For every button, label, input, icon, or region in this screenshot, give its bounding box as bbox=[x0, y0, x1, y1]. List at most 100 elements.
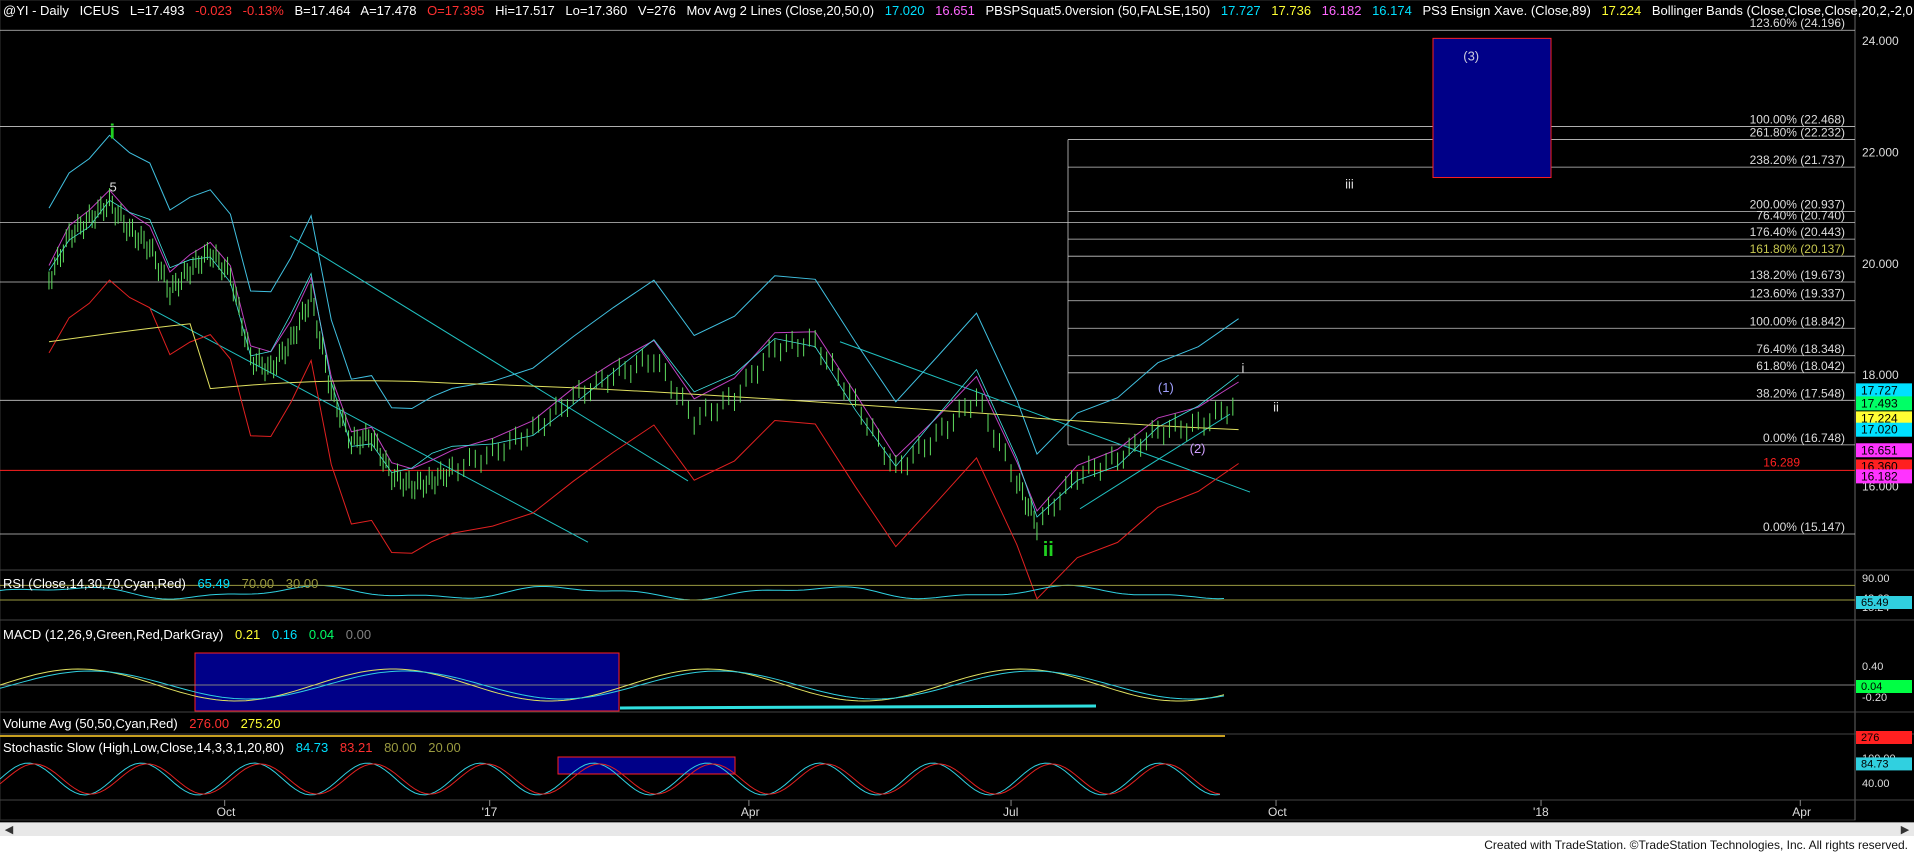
fib-label-3: 238.20% (21.737) bbox=[1750, 153, 1845, 167]
y-tick-1: 22.000 bbox=[1862, 145, 1899, 159]
net-change: -0.023 bbox=[195, 3, 233, 18]
volavg-label: Volume Avg (50,50,Cyan,Red) 276.00 275.2… bbox=[3, 716, 288, 731]
macd-label: MACD (12,26,9,Green,Red,DarkGray) 0.21 0… bbox=[3, 627, 379, 642]
price-badge-text-4: 16.651 bbox=[1861, 443, 1898, 457]
macd-diff: 0.04 bbox=[308, 627, 335, 642]
volavg-value-1: 276.00 bbox=[189, 716, 230, 731]
footer-credit: Created with TradeStation. ©TradeStation… bbox=[1484, 838, 1908, 852]
ensign-average bbox=[48, 323, 1239, 431]
price-bars bbox=[48, 188, 1234, 541]
moving-average-20 bbox=[48, 199, 1239, 518]
stoch-k: 84.73 bbox=[295, 740, 329, 755]
volume-badge-text: 276 bbox=[1861, 732, 1879, 744]
ma-value-1: 17.020 bbox=[884, 3, 925, 18]
price-badge-text-6: 16.182 bbox=[1861, 469, 1898, 483]
volume: V=276 bbox=[637, 3, 676, 18]
x-tick-4: Oct bbox=[1268, 805, 1287, 819]
bollinger-lower bbox=[48, 279, 1239, 600]
symbol-label: @YI - Daily bbox=[3, 3, 69, 18]
macd-axis-1: -0.20 bbox=[1862, 692, 1887, 704]
ma-label: Mov Avg 2 Lines (Close,20,50,0) bbox=[686, 3, 875, 18]
macd-highlight-box bbox=[194, 652, 620, 712]
wave-label-2: (2) bbox=[1190, 441, 1206, 456]
wave-label-i: i bbox=[1241, 360, 1244, 375]
macd-badge-text: 0.04 bbox=[1861, 681, 1882, 693]
rsi-label: RSI (Close,14,30,70,Cyan,Red) 65.49 70.0… bbox=[3, 576, 326, 591]
fib-label-5: 76.40% (20.740) bbox=[1756, 209, 1845, 223]
stoch-label: Stochastic Slow (High,Low,Close,14,3,3,1… bbox=[3, 740, 469, 755]
pct-change: -0.13% bbox=[242, 3, 284, 18]
wave-label-3: (3) bbox=[1463, 49, 1479, 64]
fib-label-10: 100.00% (18.842) bbox=[1750, 314, 1845, 328]
wave-label-ii-major: ii bbox=[1043, 539, 1054, 561]
fib-label-8: 138.20% (19.673) bbox=[1750, 268, 1845, 282]
high-price: Hi=17.517 bbox=[495, 3, 555, 18]
fib-label-0: 123.60% (24.196) bbox=[1750, 16, 1845, 30]
bid-price: B=17.464 bbox=[294, 3, 351, 18]
fib-label-2: 261.80% (22.232) bbox=[1750, 126, 1845, 140]
macd-axis-0: 0.40 bbox=[1862, 661, 1883, 673]
macd-zero: 0.00 bbox=[345, 627, 372, 642]
x-tick-0: Oct bbox=[217, 805, 236, 819]
fib-label-6: 176.40% (20.443) bbox=[1750, 225, 1845, 239]
macd-title: MACD (12,26,9,Green,Red,DarkGray) bbox=[3, 627, 224, 642]
rsi-badge-text: 65.49 bbox=[1861, 597, 1889, 609]
last-price: L=17.493 bbox=[129, 3, 185, 18]
rsi-lower: 30.00 bbox=[285, 576, 319, 591]
stoch-badge-text: 84.73 bbox=[1861, 758, 1889, 770]
moving-average-50 bbox=[48, 189, 1239, 512]
price-badge-text-1: 17.493 bbox=[1861, 396, 1898, 410]
y-tick-0: 24.000 bbox=[1862, 34, 1899, 48]
fib-label-7: 161.80% (20.137) bbox=[1750, 242, 1845, 256]
x-tick-2: Apr bbox=[741, 805, 760, 819]
wave-label-1: (1) bbox=[1158, 380, 1174, 395]
x-tick-6: Apr bbox=[1792, 805, 1811, 819]
y-tick-2: 20.000 bbox=[1862, 257, 1899, 271]
pbsp-value-3: 16.182 bbox=[1321, 3, 1362, 18]
rsi-title: RSI (Close,14,30,70,Cyan,Red) bbox=[3, 576, 186, 591]
scroll-left-icon[interactable]: ◀ bbox=[2, 823, 16, 836]
ask-price: A=17.478 bbox=[360, 3, 417, 18]
rsi-axis-0: 90.00 bbox=[1862, 573, 1890, 585]
fib-label-15: 0.00% (15.147) bbox=[1763, 520, 1845, 534]
pbsp-label: PBSPSquat5.0version (50,FALSE,150) bbox=[985, 3, 1211, 18]
fib-label-11: 76.40% (18.348) bbox=[1756, 342, 1845, 356]
pbsp-value-2: 17.736 bbox=[1271, 3, 1312, 18]
macd-divergence-line bbox=[619, 704, 1097, 710]
exchange-label: ICEUS bbox=[79, 3, 120, 18]
fib-label-9: 123.60% (19.337) bbox=[1750, 287, 1845, 301]
fib-label-14: 0.00% (16.748) bbox=[1763, 431, 1845, 445]
rsi-value: 65.49 bbox=[197, 576, 230, 591]
wave-label-i-major: i bbox=[109, 122, 115, 144]
macd-avg: 0.16 bbox=[271, 627, 298, 642]
pbsp-value-4: 16.174 bbox=[1372, 3, 1412, 18]
macd-value: 0.21 bbox=[234, 627, 261, 642]
wave-label-5: 5 bbox=[109, 179, 116, 194]
scroll-right-icon[interactable]: ▶ bbox=[1898, 823, 1912, 836]
target-box bbox=[1432, 37, 1552, 179]
x-tick-3: Jul bbox=[1003, 805, 1018, 819]
bollinger-upper bbox=[48, 134, 1239, 456]
low-price: Lo=17.360 bbox=[565, 3, 628, 18]
stoch-d: 83.21 bbox=[339, 740, 373, 755]
wave-label-iii: iii bbox=[1345, 177, 1354, 192]
ma-value-2: 16.651 bbox=[935, 3, 975, 18]
stoch-title: Stochastic Slow (High,Low,Close,14,3,3,1… bbox=[3, 740, 285, 755]
stoch-upper: 80.00 bbox=[384, 740, 417, 755]
rsi-upper: 70.00 bbox=[241, 576, 275, 591]
fib-label-1: 100.00% (22.468) bbox=[1750, 112, 1845, 126]
price-badge-text-0: 17.727 bbox=[1861, 383, 1898, 397]
x-tick-5: '18 bbox=[1533, 805, 1549, 819]
red-level-label: 16.289 bbox=[1763, 455, 1800, 469]
y-tick-3: 18.000 bbox=[1862, 368, 1899, 382]
ps3-label: PS3 Ensign Xave. (Close,89) bbox=[1422, 3, 1591, 18]
fib-label-12: 61.80% (18.042) bbox=[1756, 359, 1845, 373]
volavg-title: Volume Avg (50,50,Cyan,Red) bbox=[3, 716, 178, 731]
chart-header: @YI - Daily ICEUS L=17.493 -0.023 -0.13%… bbox=[3, 3, 1914, 18]
stoch-axis-2: 40.00 bbox=[1862, 778, 1890, 790]
pbsp-value-1: 17.727 bbox=[1220, 3, 1261, 18]
horizontal-scrollbar[interactable]: ◀ ▶ bbox=[0, 822, 1914, 837]
open-price: O=17.395 bbox=[427, 3, 485, 18]
x-tick-1: '17 bbox=[482, 805, 498, 819]
volavg-value-2: 275.20 bbox=[240, 716, 281, 731]
